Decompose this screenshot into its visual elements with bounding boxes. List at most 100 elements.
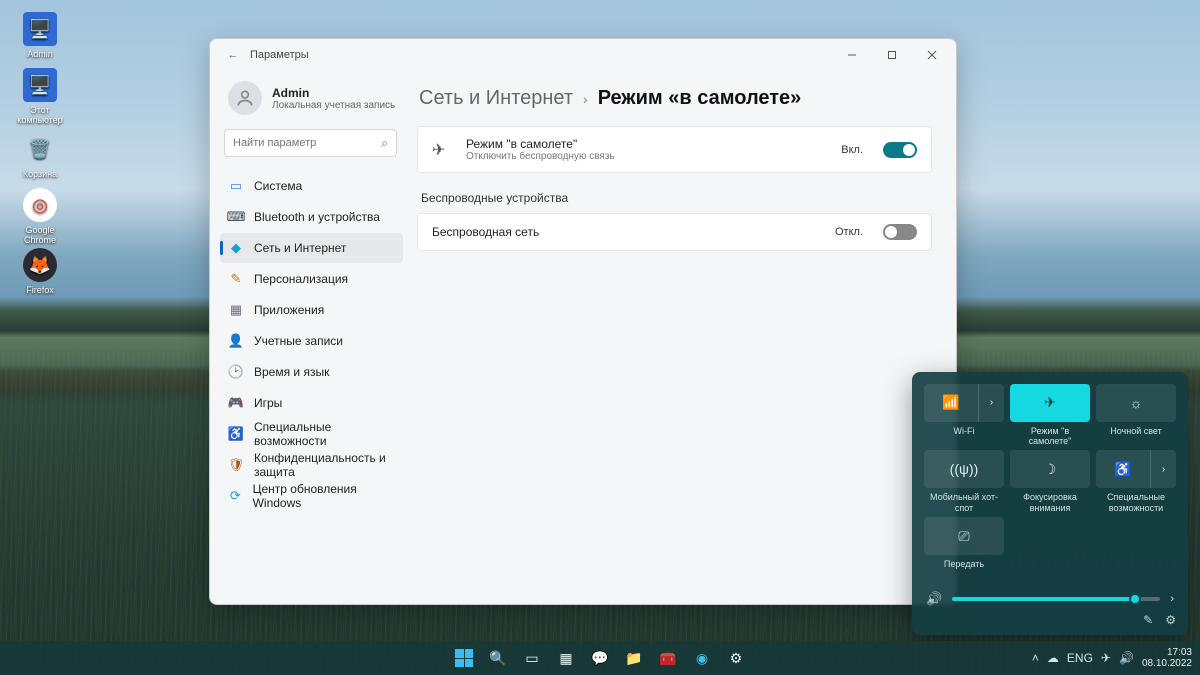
quick-settings-panel: 📶›✈☼ Wi-FiРежим "в самолете"Ночной свет … xyxy=(912,372,1188,635)
taskbar-search[interactable]: 🔍 xyxy=(485,645,511,671)
taskbar-widgets[interactable]: ▦ xyxy=(553,645,579,671)
airplane-mode-card[interactable]: ✈ Режим "в самолете" Отключить беспровод… xyxy=(417,126,932,173)
nav-icon: 👤 xyxy=(228,333,244,349)
tray-chevron-icon[interactable]: ˄ xyxy=(1032,651,1039,665)
quick-label-2: Ночной свет xyxy=(1096,424,1176,447)
tray-lang[interactable]: ENG xyxy=(1067,651,1093,665)
quick-tile-4[interactable]: ☽ xyxy=(1010,450,1090,488)
airplane-title: Режим "в самолете" xyxy=(466,137,827,151)
nav-pane: Admin Локальная учетная запись ⌕ ▭Систем… xyxy=(210,71,409,604)
taskbar: 🔍 ▭ ▦ 💬 📁 🧰 ◉ ⚙ ˄ ☁ ENG ✈ 🔊 17:03 08.10.… xyxy=(0,641,1200,675)
breadcrumb-parent[interactable]: Сеть и Интернет xyxy=(419,87,573,110)
airplane-state: Вкл. xyxy=(841,144,863,156)
nav-item-3[interactable]: ✎Персонализация xyxy=(220,264,403,294)
search-box[interactable]: ⌕ xyxy=(224,129,397,157)
desktop-icon-chrome[interactable]: ◎ Google Chrome xyxy=(14,188,66,245)
volume-slider[interactable] xyxy=(952,597,1160,601)
nav-icon: ♿ xyxy=(228,426,244,442)
nav-item-0[interactable]: ▭Система xyxy=(220,171,403,201)
quick-tile-1[interactable]: ✈ xyxy=(1010,384,1090,422)
nav-icon: ✎ xyxy=(228,271,244,287)
nav-item-8[interactable]: ♿Специальные возможности xyxy=(220,419,403,449)
start-button[interactable] xyxy=(451,645,477,671)
desktop-icon-recycle-bin[interactable]: 🗑️ Корзина xyxy=(14,132,66,179)
nav-icon: ▭ xyxy=(228,178,244,194)
wifi-toggle[interactable] xyxy=(883,224,917,240)
quick-label-4: Фокусировка внимания xyxy=(1010,490,1090,513)
nav-item-7[interactable]: 🎮Игры xyxy=(220,388,403,418)
quick-label-1: Режим "в самолете" xyxy=(1010,424,1090,447)
wifi-title: Беспроводная сеть xyxy=(432,225,821,239)
volume-icon: 🔊 xyxy=(926,591,942,607)
titlebar[interactable]: ← Параметры xyxy=(210,39,956,71)
chevron-right-icon[interactable]: › xyxy=(978,384,1004,422)
taskbar-settings[interactable]: ⚙ xyxy=(723,645,749,671)
nav-item-10[interactable]: ⟳Центр обновления Windows xyxy=(220,481,403,511)
back-button[interactable]: ← xyxy=(224,49,242,61)
search-input[interactable] xyxy=(233,137,381,149)
quick-tile-0[interactable]: 📶› xyxy=(924,384,1004,422)
monitor-icon: 🖥️ xyxy=(23,68,57,102)
quick-label-cast: Передать xyxy=(924,557,1004,577)
bin-icon: 🗑️ xyxy=(23,132,57,166)
maximize-button[interactable] xyxy=(872,39,912,71)
desktop-icon-admin[interactable]: 🖥️ Admin xyxy=(14,12,66,59)
chevron-right-icon: › xyxy=(583,91,588,107)
nav-icon: ◆ xyxy=(228,240,244,256)
user-sub: Локальная учетная запись xyxy=(272,100,395,111)
quick-tile-2[interactable]: ☼ xyxy=(1096,384,1176,422)
airplane-icon: ✈ xyxy=(432,140,452,160)
tray-clock[interactable]: 17:03 08.10.2022 xyxy=(1142,647,1192,669)
nav-item-2[interactable]: ◆Сеть и Интернет xyxy=(220,233,403,263)
quick-tile-cast[interactable]: ⎚ xyxy=(924,517,1004,555)
nav-icon: ⌨ xyxy=(228,209,244,225)
chevron-right-icon[interactable]: › xyxy=(1150,450,1176,488)
volume-chevron-icon[interactable]: › xyxy=(1170,593,1174,605)
quick-label-5: Специальные возможности xyxy=(1096,490,1176,513)
quick-tile-3[interactable]: ((ψ)) xyxy=(924,450,1004,488)
user-name: Admin xyxy=(272,86,395,100)
nav-item-4[interactable]: ▦Приложения xyxy=(220,295,403,325)
firefox-icon: 🦊 xyxy=(23,248,57,282)
wifi-state: Откл. xyxy=(835,226,863,238)
nav-item-6[interactable]: 🕑Время и язык xyxy=(220,357,403,387)
nav-icon: 🎮 xyxy=(228,395,244,411)
search-icon: ⌕ xyxy=(381,136,388,151)
nav-icon: 🛡 xyxy=(228,457,244,473)
taskbar-chat[interactable]: 💬 xyxy=(587,645,613,671)
tray-airplane-icon[interactable]: ✈ xyxy=(1101,651,1111,665)
nav-icon: ⟳ xyxy=(228,488,243,504)
nav-item-1[interactable]: ⌨Bluetooth и устройства xyxy=(220,202,403,232)
nav-icon: ▦ xyxy=(228,302,244,318)
minimize-button[interactable] xyxy=(832,39,872,71)
task-view[interactable]: ▭ xyxy=(519,645,545,671)
edit-quick-icon[interactable]: ✎ xyxy=(1143,613,1153,627)
settings-window: ← Параметры Admin Локальная учетная запи… xyxy=(209,38,957,605)
close-button[interactable] xyxy=(912,39,952,71)
tray-onedrive-icon[interactable]: ☁ xyxy=(1047,651,1059,665)
nav-item-9[interactable]: 🛡Конфиденциальность и защита xyxy=(220,450,403,480)
desktop-icon-this-pc[interactable]: 🖥️ Этот компьютер xyxy=(14,68,66,125)
taskbar-explorer[interactable]: 📁 xyxy=(621,645,647,671)
nav-item-5[interactable]: 👤Учетные записи xyxy=(220,326,403,356)
breadcrumb-current: Режим «в самолете» xyxy=(598,87,802,110)
desktop-icon-firefox[interactable]: 🦊 Firefox xyxy=(14,248,66,295)
cast-icon: ⎚ xyxy=(958,528,969,545)
chrome-icon: ◎ xyxy=(23,188,57,222)
window-title: Параметры xyxy=(250,49,309,61)
avatar-icon xyxy=(228,81,262,115)
wifi-card[interactable]: Беспроводная сеть Откл. xyxy=(417,213,932,251)
user-block[interactable]: Admin Локальная учетная запись xyxy=(220,77,403,127)
section-heading: Беспроводные устройства xyxy=(421,191,932,205)
settings-gear-icon[interactable]: ⚙ xyxy=(1165,613,1176,627)
airplane-toggle[interactable] xyxy=(883,142,917,158)
quick-label-0: Wi-Fi xyxy=(924,424,1004,447)
monitor-icon: 🖥️ xyxy=(23,12,57,46)
nav-icon: 🕑 xyxy=(228,364,244,380)
tray-volume-icon[interactable]: 🔊 xyxy=(1119,651,1134,665)
content-pane: Сеть и Интернет › Режим «в самолете» ✈ Р… xyxy=(409,71,956,604)
taskbar-store[interactable]: 🧰 xyxy=(655,645,681,671)
taskbar-edge[interactable]: ◉ xyxy=(689,645,715,671)
quick-tile-5[interactable]: ♿› xyxy=(1096,450,1176,488)
breadcrumb: Сеть и Интернет › Режим «в самолете» xyxy=(419,87,932,110)
